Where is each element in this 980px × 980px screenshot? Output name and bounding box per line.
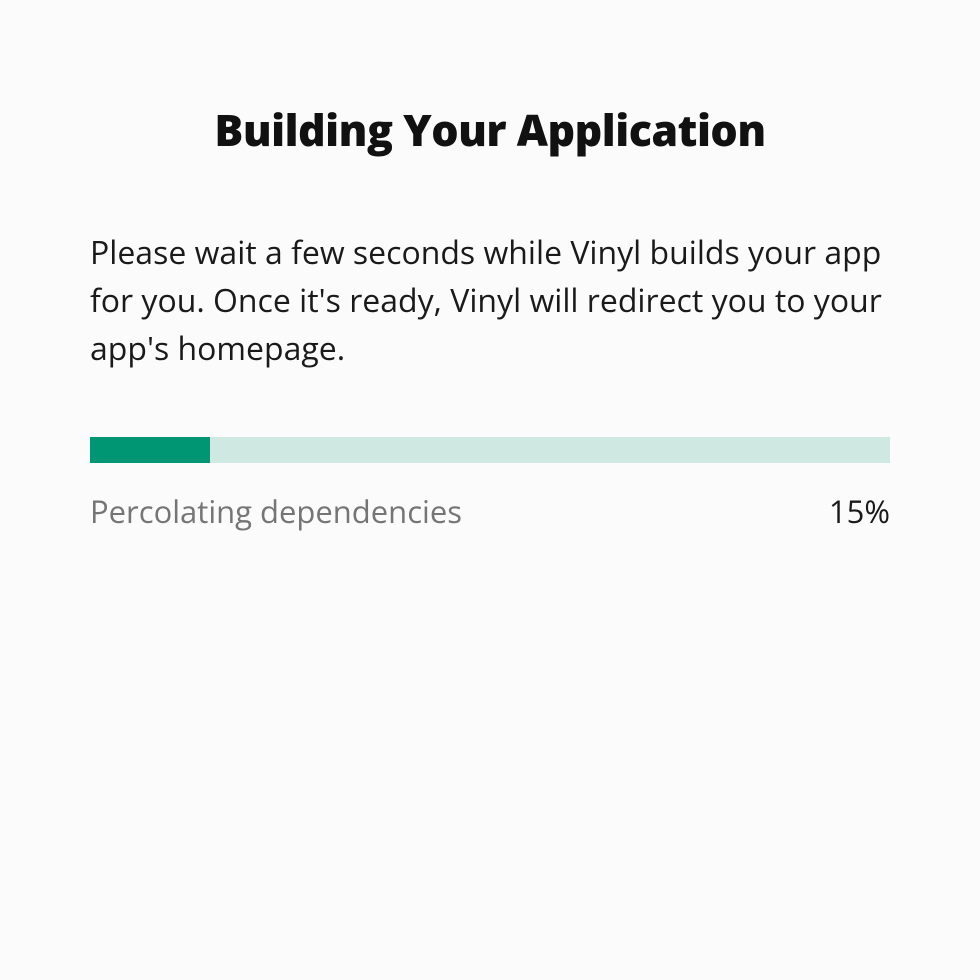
build-status-panel: Building Your Application Please wait a … [0, 0, 980, 533]
progress-status-row: Percolating dependencies 15% [90, 491, 890, 533]
build-description: Please wait a few seconds while Vinyl bu… [90, 229, 890, 373]
progress-percent-text: 15% [829, 491, 890, 533]
progress-bar [90, 437, 890, 463]
page-title: Building Your Application [90, 100, 890, 159]
progress-status-text: Percolating dependencies [90, 491, 462, 533]
progress-bar-fill [90, 437, 210, 463]
